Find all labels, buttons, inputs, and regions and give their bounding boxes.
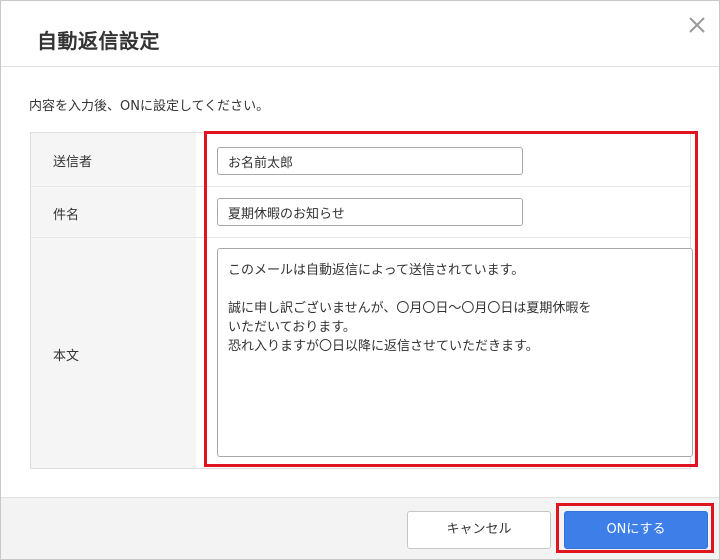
close-icon[interactable]	[685, 13, 709, 37]
form-row-sender: 送信者	[31, 133, 690, 187]
turn-on-button[interactable]: ONにする	[564, 511, 708, 549]
subject-label: 件名	[53, 208, 80, 223]
cancel-button[interactable]: キャンセル	[407, 511, 551, 549]
sender-label: 送信者	[53, 155, 93, 170]
subject-input[interactable]	[217, 198, 523, 226]
close-icon-graphic	[689, 17, 705, 33]
auto-reply-form: 送信者 件名 本文 このメールは自動返信によって送信されています。 誠に申し訳ご…	[30, 132, 693, 469]
dialog-footer: キャンセル ONにする	[1, 497, 719, 559]
body-line: いただいております。	[228, 320, 356, 335]
form-row-subject: 件名	[31, 187, 690, 238]
auto-reply-dialog: 自動返信設定 内容を入力後、ONに設定してください。 送信者 件名 本文	[0, 0, 720, 560]
body-label: 本文	[53, 349, 80, 364]
label-cell: 件名	[31, 187, 196, 237]
body-line: 誠に申し訳ございませんが、〇月〇日～〇月〇日は夏期休暇を	[228, 301, 592, 316]
dialog-header: 自動返信設定	[1, 1, 719, 67]
instruction-text: 内容を入力後、ONに設定してください。	[29, 99, 270, 114]
label-cell: 送信者	[31, 133, 196, 186]
body-line: このメールは自動返信によって送信されています。	[228, 263, 525, 278]
body-line: 恐れ入りますが〇日以降に返信させていただきます。	[228, 339, 539, 354]
label-cell: 本文	[31, 238, 196, 468]
dialog-title: 自動返信設定	[37, 29, 160, 53]
body-textarea[interactable]: このメールは自動返信によって送信されています。 誠に申し訳ございませんが、〇月〇…	[217, 248, 693, 457]
form-row-body: 本文 このメールは自動返信によって送信されています。 誠に申し訳ございませんが、…	[31, 238, 693, 468]
sender-input[interactable]	[217, 147, 523, 175]
body-blank-line	[228, 280, 682, 299]
